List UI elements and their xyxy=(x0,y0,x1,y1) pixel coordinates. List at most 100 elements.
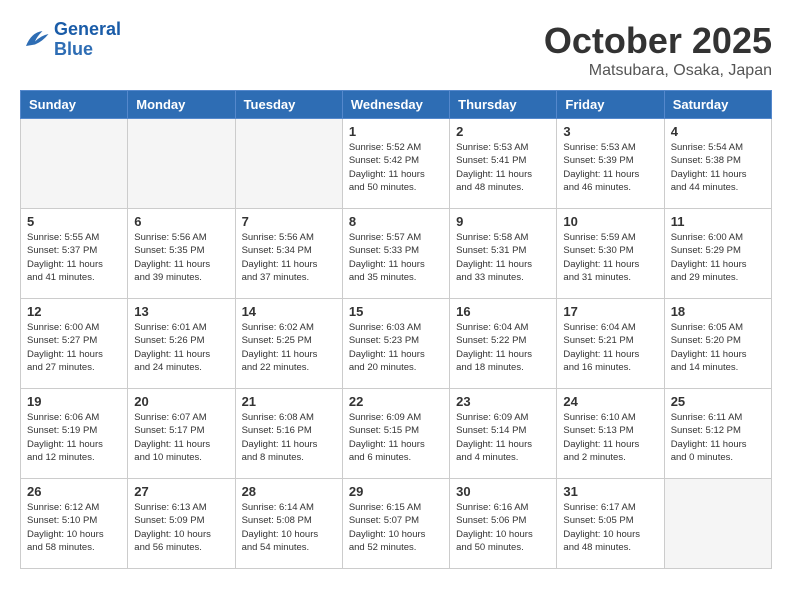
calendar-cell: 3Sunrise: 5:53 AM Sunset: 5:39 PM Daylig… xyxy=(557,119,664,209)
day-number: 15 xyxy=(349,304,443,319)
day-detail: Sunrise: 6:05 AM Sunset: 5:20 PM Dayligh… xyxy=(671,321,765,374)
day-number: 6 xyxy=(134,214,228,229)
day-detail: Sunrise: 5:56 AM Sunset: 5:35 PM Dayligh… xyxy=(134,231,228,284)
day-detail: Sunrise: 6:07 AM Sunset: 5:17 PM Dayligh… xyxy=(134,411,228,464)
day-detail: Sunrise: 5:53 AM Sunset: 5:41 PM Dayligh… xyxy=(456,141,550,194)
day-number: 8 xyxy=(349,214,443,229)
column-header-tuesday: Tuesday xyxy=(235,91,342,119)
calendar-cell: 20Sunrise: 6:07 AM Sunset: 5:17 PM Dayli… xyxy=(128,389,235,479)
calendar-cell: 11Sunrise: 6:00 AM Sunset: 5:29 PM Dayli… xyxy=(664,209,771,299)
day-detail: Sunrise: 6:02 AM Sunset: 5:25 PM Dayligh… xyxy=(242,321,336,374)
calendar-cell: 1 Sunrise: 5:52 AM Sunset: 5:42 PM Daylig… xyxy=(342,119,449,209)
day-detail: Sunrise: 6:01 AM Sunset: 5:26 PM Dayligh… xyxy=(134,321,228,374)
day-detail: Sunrise: 6:17 AM Sunset: 5:05 PM Dayligh… xyxy=(563,501,657,554)
day-detail: Sunrise: 6:15 AM Sunset: 5:07 PM Dayligh… xyxy=(349,501,443,554)
day-number: 12 xyxy=(27,304,121,319)
calendar-week-row: 19Sunrise: 6:06 AM Sunset: 5:19 PM Dayli… xyxy=(21,389,772,479)
day-detail: Sunrise: 6:09 AM Sunset: 5:14 PM Dayligh… xyxy=(456,411,550,464)
day-detail: Sunrise: 5:59 AM Sunset: 5:30 PM Dayligh… xyxy=(563,231,657,284)
day-detail: Sunrise: 6:08 AM Sunset: 5:16 PM Dayligh… xyxy=(242,411,336,464)
calendar-cell: 14 Sunrise: 6:02 AM Sunset: 5:25 PM Dayli… xyxy=(235,299,342,389)
calendar-cell: 18 Sunrise: 6:05 AM Sunset: 5:20 PM Dayli… xyxy=(664,299,771,389)
location-subtitle: Matsubara, Osaka, Japan xyxy=(544,62,772,80)
day-number: 22 xyxy=(349,394,443,409)
calendar-cell: 22 Sunrise: 6:09 AM Sunset: 5:15 PM Dayli… xyxy=(342,389,449,479)
column-header-saturday: Saturday xyxy=(664,91,771,119)
title-area: October 2025 Matsubara, Osaka, Japan xyxy=(544,20,772,80)
day-number: 25 xyxy=(671,394,765,409)
header: General Blue October 2025 Matsubara, Osa… xyxy=(20,20,772,80)
day-number: 28 xyxy=(242,484,336,499)
day-detail: Sunrise: 6:04 AM Sunset: 5:21 PM Dayligh… xyxy=(563,321,657,374)
calendar-cell: 21Sunrise: 6:08 AM Sunset: 5:16 PM Dayli… xyxy=(235,389,342,479)
day-number: 23 xyxy=(456,394,550,409)
calendar-cell: 29 Sunrise: 6:15 AM Sunset: 5:07 PM Dayli… xyxy=(342,479,449,569)
day-detail: Sunrise: 6:00 AM Sunset: 5:29 PM Dayligh… xyxy=(671,231,765,284)
calendar-cell: 7 Sunrise: 5:56 AM Sunset: 5:34 PM Daylig… xyxy=(235,209,342,299)
day-detail: Sunrise: 6:13 AM Sunset: 5:09 PM Dayligh… xyxy=(134,501,228,554)
day-detail: Sunrise: 5:52 AM Sunset: 5:42 PM Dayligh… xyxy=(349,141,443,194)
logo: General Blue xyxy=(20,20,121,60)
calendar-week-row: 12 Sunrise: 6:00 AM Sunset: 5:27 PM Dayli… xyxy=(21,299,772,389)
month-title: October 2025 xyxy=(544,20,772,62)
calendar-cell: 2Sunrise: 5:53 AM Sunset: 5:41 PM Daylig… xyxy=(450,119,557,209)
day-detail: Sunrise: 6:11 AM Sunset: 5:12 PM Dayligh… xyxy=(671,411,765,464)
day-detail: Sunrise: 5:57 AM Sunset: 5:33 PM Dayligh… xyxy=(349,231,443,284)
day-number: 4 xyxy=(671,124,765,139)
calendar-week-row: 26Sunrise: 6:12 AM Sunset: 5:10 PM Dayli… xyxy=(21,479,772,569)
calendar-week-row: 1 Sunrise: 5:52 AM Sunset: 5:42 PM Daylig… xyxy=(21,119,772,209)
calendar-cell: 4 Sunrise: 5:54 AM Sunset: 5:38 PM Daylig… xyxy=(664,119,771,209)
day-detail: Sunrise: 6:04 AM Sunset: 5:22 PM Dayligh… xyxy=(456,321,550,374)
column-header-wednesday: Wednesday xyxy=(342,91,449,119)
calendar-cell xyxy=(235,119,342,209)
column-header-friday: Friday xyxy=(557,91,664,119)
day-number: 18 xyxy=(671,304,765,319)
day-number: 1 xyxy=(349,124,443,139)
day-number: 26 xyxy=(27,484,121,499)
day-detail: Sunrise: 6:09 AM Sunset: 5:15 PM Dayligh… xyxy=(349,411,443,464)
calendar-cell: 31 Sunrise: 6:17 AM Sunset: 5:05 PM Dayli… xyxy=(557,479,664,569)
day-detail: Sunrise: 5:56 AM Sunset: 5:34 PM Dayligh… xyxy=(242,231,336,284)
calendar-cell xyxy=(128,119,235,209)
day-detail: Sunrise: 6:03 AM Sunset: 5:23 PM Dayligh… xyxy=(349,321,443,374)
day-number: 31 xyxy=(563,484,657,499)
day-number: 16 xyxy=(456,304,550,319)
calendar-cell: 13 Sunrise: 6:01 AM Sunset: 5:26 PM Dayli… xyxy=(128,299,235,389)
calendar-cell: 27 Sunrise: 6:13 AM Sunset: 5:09 PM Dayli… xyxy=(128,479,235,569)
day-detail: Sunrise: 6:06 AM Sunset: 5:19 PM Dayligh… xyxy=(27,411,121,464)
day-detail: Sunrise: 6:10 AM Sunset: 5:13 PM Dayligh… xyxy=(563,411,657,464)
calendar-header-row: SundayMondayTuesdayWednesdayThursdayFrid… xyxy=(21,91,772,119)
day-number: 29 xyxy=(349,484,443,499)
calendar-cell: 8 Sunrise: 5:57 AM Sunset: 5:33 PM Daylig… xyxy=(342,209,449,299)
day-detail: Sunrise: 5:54 AM Sunset: 5:38 PM Dayligh… xyxy=(671,141,765,194)
calendar-table: SundayMondayTuesdayWednesdayThursdayFrid… xyxy=(20,90,772,569)
calendar-cell xyxy=(664,479,771,569)
calendar-cell: 26Sunrise: 6:12 AM Sunset: 5:10 PM Dayli… xyxy=(21,479,128,569)
calendar-cell: 25 Sunrise: 6:11 AM Sunset: 5:12 PM Dayli… xyxy=(664,389,771,479)
calendar-cell: 12 Sunrise: 6:00 AM Sunset: 5:27 PM Dayli… xyxy=(21,299,128,389)
calendar-cell: 24 Sunrise: 6:10 AM Sunset: 5:13 PM Dayli… xyxy=(557,389,664,479)
day-number: 7 xyxy=(242,214,336,229)
day-number: 14 xyxy=(242,304,336,319)
calendar-cell: 30 Sunrise: 6:16 AM Sunset: 5:06 PM Dayli… xyxy=(450,479,557,569)
day-detail: Sunrise: 6:00 AM Sunset: 5:27 PM Dayligh… xyxy=(27,321,121,374)
day-detail: Sunrise: 5:53 AM Sunset: 5:39 PM Dayligh… xyxy=(563,141,657,194)
calendar-cell: 23 Sunrise: 6:09 AM Sunset: 5:14 PM Dayli… xyxy=(450,389,557,479)
day-detail: Sunrise: 5:58 AM Sunset: 5:31 PM Dayligh… xyxy=(456,231,550,284)
day-number: 27 xyxy=(134,484,228,499)
calendar-cell: 28Sunrise: 6:14 AM Sunset: 5:08 PM Dayli… xyxy=(235,479,342,569)
column-header-monday: Monday xyxy=(128,91,235,119)
calendar-cell: 15 Sunrise: 6:03 AM Sunset: 5:23 PM Dayli… xyxy=(342,299,449,389)
day-number: 10 xyxy=(563,214,657,229)
day-number: 9 xyxy=(456,214,550,229)
calendar-cell: 9 Sunrise: 5:58 AM Sunset: 5:31 PM Daylig… xyxy=(450,209,557,299)
day-detail: Sunrise: 6:16 AM Sunset: 5:06 PM Dayligh… xyxy=(456,501,550,554)
logo-text: General Blue xyxy=(54,20,121,60)
day-number: 30 xyxy=(456,484,550,499)
calendar-cell: 16 Sunrise: 6:04 AM Sunset: 5:22 PM Dayli… xyxy=(450,299,557,389)
calendar-cell: 17Sunrise: 6:04 AM Sunset: 5:21 PM Dayli… xyxy=(557,299,664,389)
day-detail: Sunrise: 5:55 AM Sunset: 5:37 PM Dayligh… xyxy=(27,231,121,284)
day-number: 24 xyxy=(563,394,657,409)
day-number: 13 xyxy=(134,304,228,319)
calendar-cell: 5Sunrise: 5:55 AM Sunset: 5:37 PM Daylig… xyxy=(21,209,128,299)
